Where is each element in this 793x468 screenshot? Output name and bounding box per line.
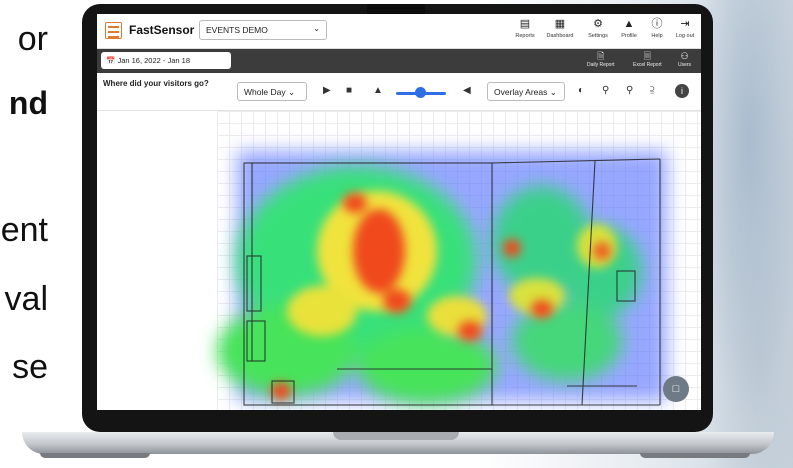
app-name: FastSensor	[129, 23, 195, 37]
nav-profile-label: Profile	[621, 33, 637, 39]
app-header: FastSensor EVENTS DEMO ⌄ ▤ Reports ▦ Das…	[97, 14, 701, 49]
nav-reports[interactable]: ▤ Reports	[508, 18, 542, 39]
time-select-value: Whole Day	[244, 87, 286, 97]
gear-icon: ⚙	[593, 18, 603, 30]
chevron-down-icon: ⌄	[287, 87, 296, 97]
excel-report-button[interactable]: 🗏 Excel Report	[633, 51, 662, 68]
users-button[interactable]: ⚇ Users	[678, 51, 691, 68]
stop-icon[interactable]: ■	[346, 84, 352, 98]
speed-slider-handle[interactable]	[415, 87, 426, 98]
nav-settings[interactable]: ⚙ Settings	[581, 18, 615, 39]
heatmap-svg	[217, 151, 667, 406]
users-label: Users	[678, 62, 692, 68]
fast-speed-icon[interactable]: ◀	[463, 84, 471, 98]
laptop-foot-left	[40, 453, 150, 458]
chat-button[interactable]: □	[663, 376, 689, 402]
date-range-value: Jan 16, 2022 - Jan 18	[117, 56, 190, 65]
nav-reports-label: Reports	[515, 33, 535, 39]
time-select[interactable]: Whole Day ⌄	[237, 82, 307, 101]
side-text-2: nd	[8, 85, 48, 121]
fastsensor-logo-icon	[105, 22, 122, 39]
nav-logout-label: Log out	[675, 33, 695, 39]
nav-dashboard[interactable]: ▦ Dashboard	[543, 18, 577, 39]
event-selector[interactable]: EVENTS DEMO ⌄	[199, 20, 327, 40]
play-icon[interactable]: ▶	[323, 84, 331, 98]
calendar-icon: 📅	[106, 56, 116, 65]
map-toolbar: Where did your visitors go? Whole Day ⌄ …	[97, 74, 701, 111]
logout-icon: ⇥	[680, 18, 690, 30]
event-selector-value: EVENTS DEMO	[206, 25, 268, 35]
chevron-down-icon: ⌄	[313, 24, 320, 33]
nav-logout[interactable]: ⇥ Log out	[668, 18, 701, 39]
heatmap-area[interactable]	[97, 111, 701, 410]
overlay-select-value: Overlay Areas	[494, 87, 548, 97]
chat-icon: □	[672, 383, 680, 395]
side-text-3: ent	[0, 211, 48, 249]
daily-report-button[interactable]: 🗎 Daily Report	[587, 51, 615, 68]
share-icon[interactable]: ⫆	[650, 84, 654, 98]
laptop-foot-right	[640, 453, 750, 458]
chevron-down-icon: ⌄	[549, 87, 557, 97]
contrast-icon[interactable]: ◐	[578, 84, 584, 98]
side-text-1: or	[17, 20, 48, 58]
laptop-base-lip	[333, 432, 459, 440]
dashboard-icon: ▦	[554, 18, 566, 30]
zoom-out-icon[interactable]: ⚲	[602, 84, 609, 98]
side-text-5: se	[12, 348, 48, 386]
laptop-screen: FastSensor EVENTS DEMO ⌄ ▤ Reports ▦ Das…	[97, 14, 701, 410]
info-icon[interactable]: i	[675, 84, 689, 98]
users-icon: ⚇	[680, 51, 689, 61]
date-range-picker[interactable]: 📅 Jan 16, 2022 - Jan 18	[101, 52, 231, 69]
excel-report-label: Excel Report	[633, 62, 662, 68]
map-question: Where did your visitors go?	[103, 79, 209, 88]
daily-report-label: Daily Report	[587, 62, 615, 68]
side-text-4: val	[4, 280, 48, 318]
reports-icon: ▤	[519, 18, 531, 30]
excel-report-icon: 🗏	[643, 51, 651, 61]
nav-dashboard-label: Dashboard	[546, 33, 574, 39]
overlay-select[interactable]: Overlay Areas ⌄	[487, 82, 565, 101]
slow-speed-icon[interactable]: ▲	[373, 84, 383, 98]
nav-help-label: Help	[651, 33, 663, 39]
zoom-in-icon[interactable]: ⚲	[626, 84, 633, 98]
daily-report-icon: 🗎	[597, 51, 605, 61]
date-bar: 📅 Jan 16, 2022 - Jan 18 🗎 Daily Report 🗏…	[97, 49, 701, 73]
nav-settings-label: Settings	[588, 33, 608, 39]
